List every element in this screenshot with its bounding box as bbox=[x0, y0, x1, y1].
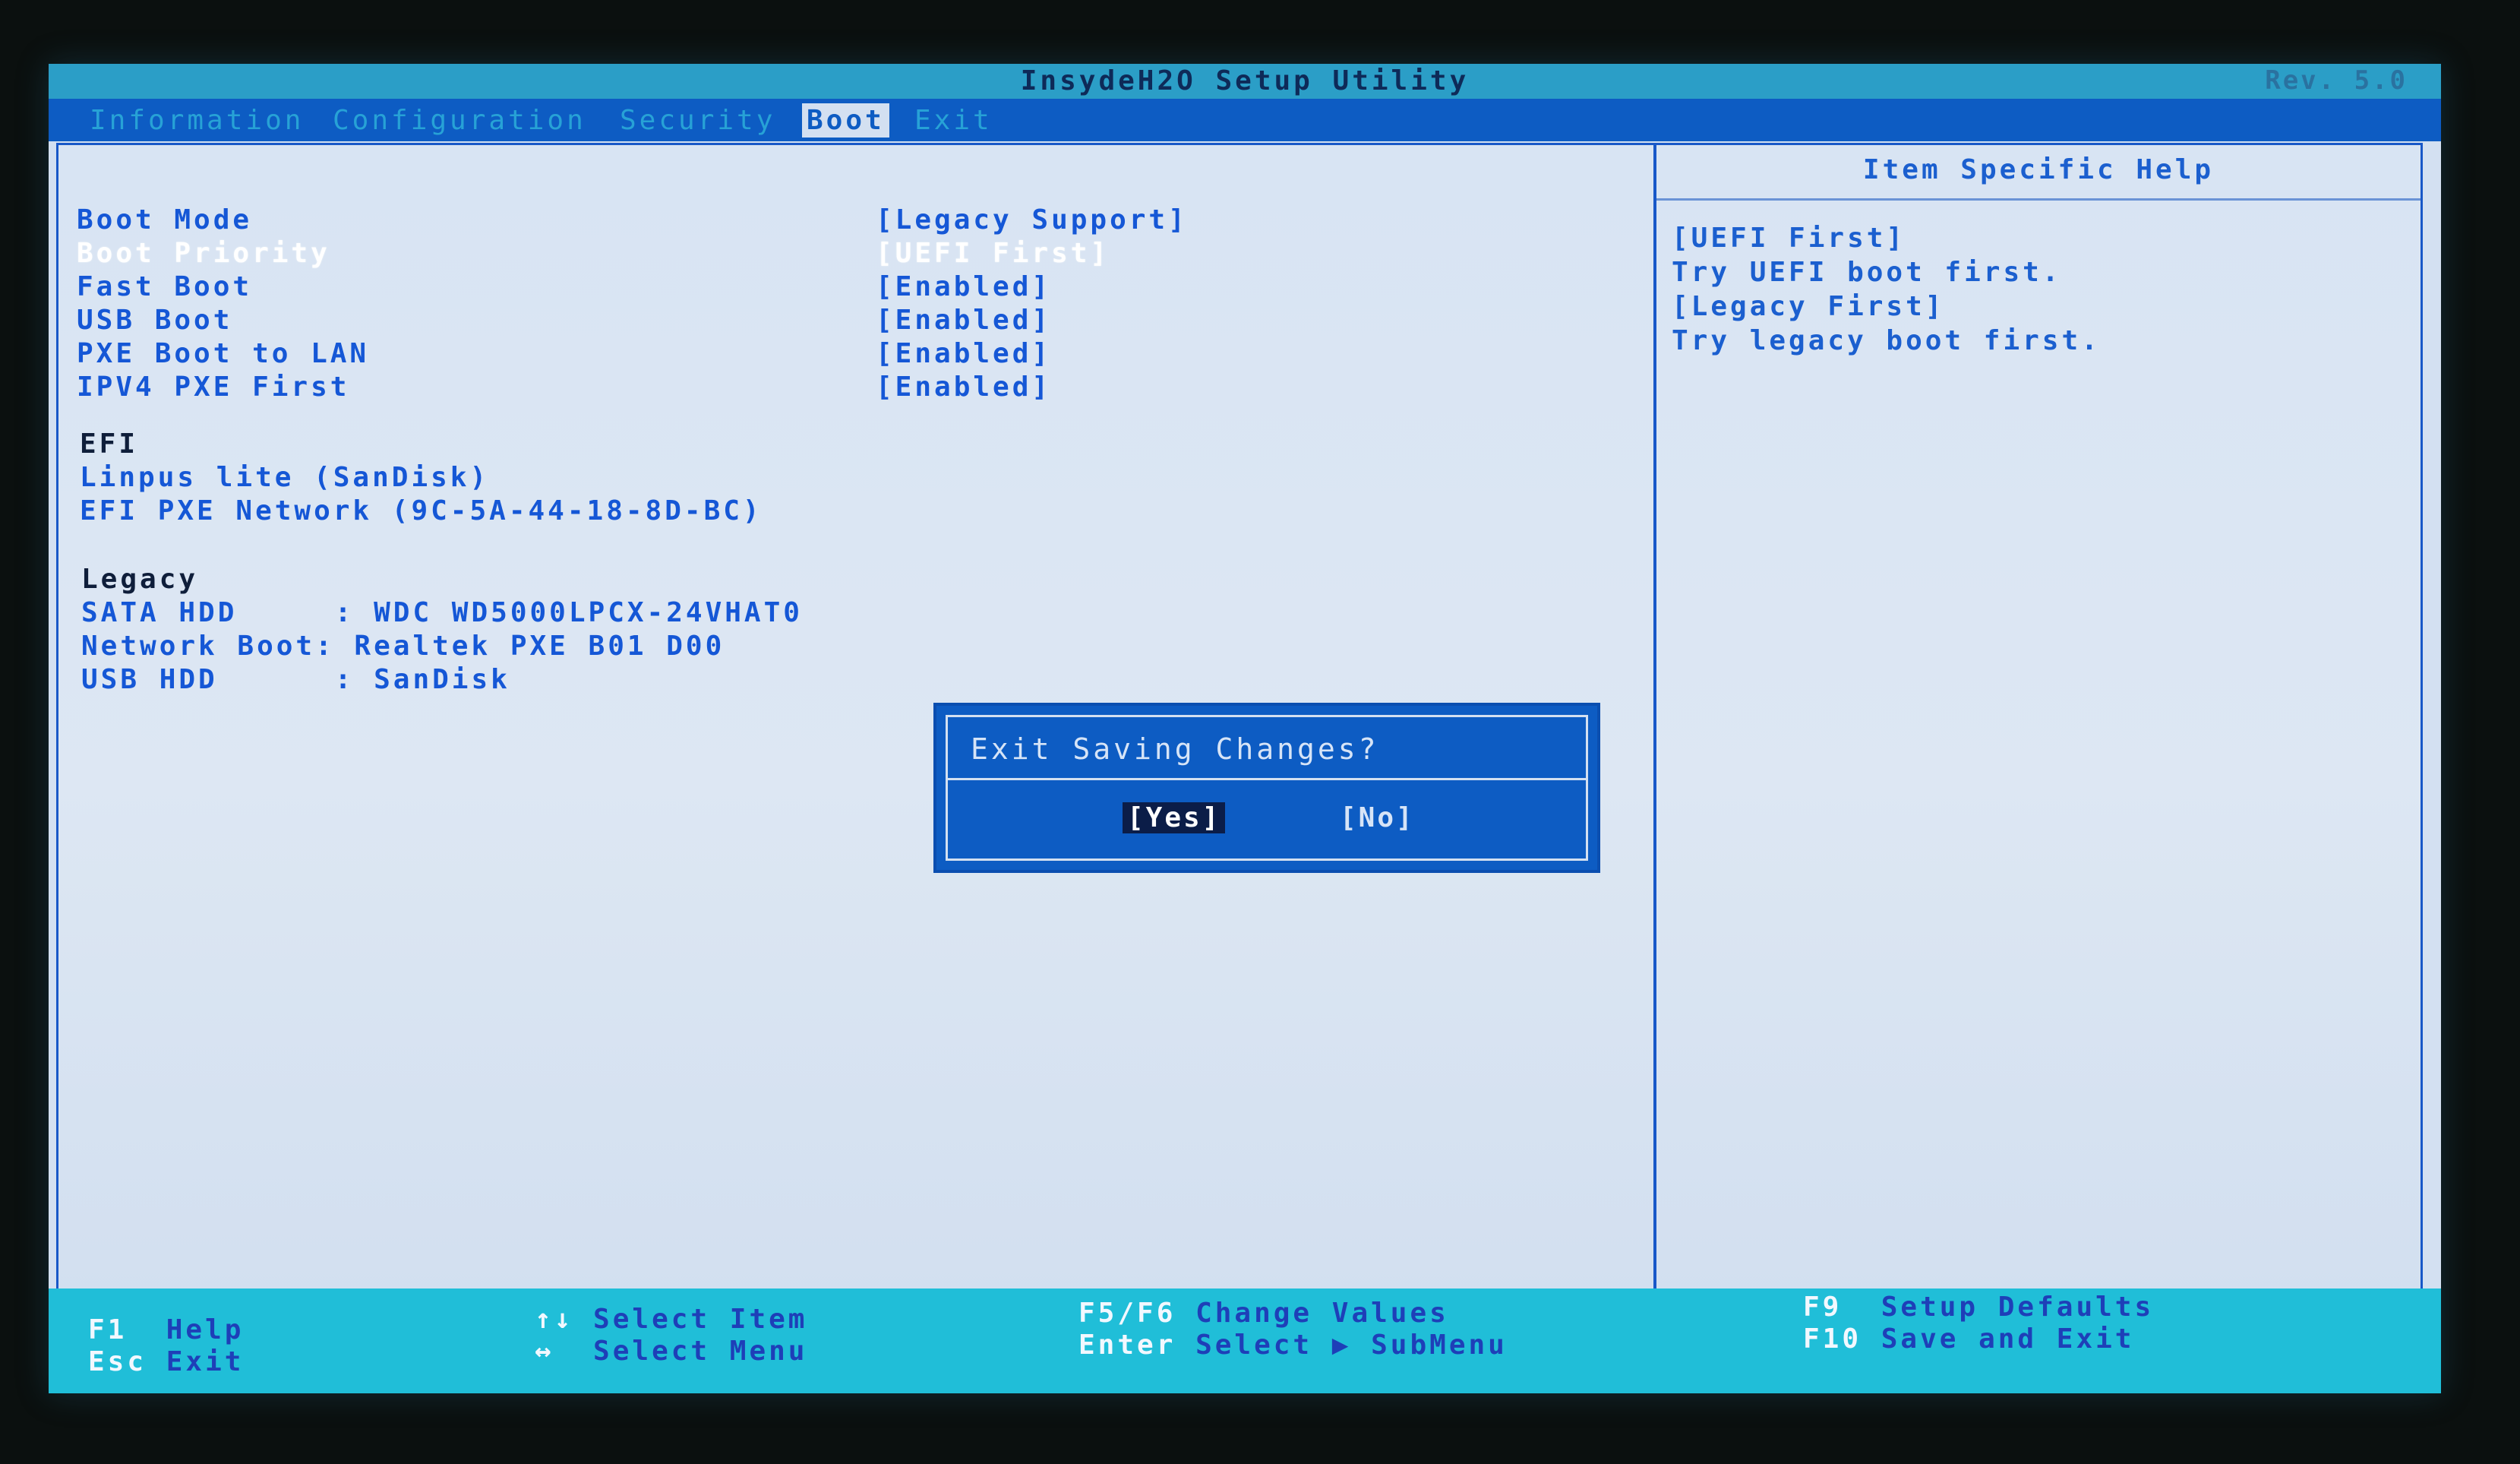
menu-tab-security[interactable]: Security bbox=[615, 103, 780, 138]
menu-tab-configuration[interactable]: Configuration bbox=[328, 103, 591, 138]
title-bar: InsydeH2O Setup Utility Rev. 5.0 bbox=[49, 64, 2441, 99]
menu-tab-exit[interactable]: Exit bbox=[910, 103, 997, 138]
footer-select-item: ↑↓ Select Item bbox=[535, 1304, 807, 1335]
f10-key: F10 bbox=[1803, 1323, 1862, 1355]
efi-group-title: EFI bbox=[80, 428, 139, 460]
enter-key: Enter bbox=[1078, 1330, 1176, 1361]
help-line: Try UEFI boot first. bbox=[1672, 257, 2062, 288]
footer-select-menu: ↔ Select Menu bbox=[535, 1336, 807, 1367]
help-title: Item Specific Help bbox=[1862, 154, 2215, 185]
setting-row-fast-boot[interactable]: Fast Boot [Enabled] bbox=[77, 271, 1262, 305]
footer-action: Select Item bbox=[593, 1304, 808, 1335]
footer-action: Help bbox=[166, 1314, 245, 1345]
dialog-separator bbox=[948, 778, 1586, 780]
footer-action: Select Menu bbox=[593, 1336, 808, 1367]
boot-entry[interactable]: USB HDD : SanDisk bbox=[81, 663, 803, 697]
footer-select-submenu: Enter Select ▶ SubMenu bbox=[1078, 1330, 1508, 1361]
esc-key: Esc bbox=[88, 1346, 147, 1377]
help-line: Try legacy boot first. bbox=[1672, 325, 2101, 356]
setting-row-ipv4-pxe-first[interactable]: IPV4 PXE First [Enabled] bbox=[77, 372, 1262, 405]
key-help-footer: F1 Help Esc Exit ↑↓ Select Item ↔ Select… bbox=[49, 1289, 2441, 1393]
menu-tab-boot[interactable]: Boot bbox=[802, 103, 889, 138]
f9-key: F9 bbox=[1803, 1292, 1843, 1323]
legacy-boot-group: Legacy SATA HDD : WDC WD5000LPCX-24VHAT0… bbox=[81, 563, 803, 697]
setting-value[interactable]: [Legacy Support] bbox=[876, 204, 1188, 236]
setting-label: PXE Boot to LAN bbox=[77, 338, 370, 369]
help-line: [UEFI First] bbox=[1672, 223, 1906, 254]
help-text: [UEFI First] Try UEFI boot first. [Legac… bbox=[1672, 221, 2101, 358]
footer-action: Save and Exit bbox=[1881, 1323, 2135, 1355]
main-panel: Boot Mode [Legacy Support] Boot Priority… bbox=[56, 143, 2423, 1308]
f1-key: F1 bbox=[88, 1314, 128, 1345]
setting-value[interactable]: [Enabled] bbox=[876, 305, 1051, 336]
boot-settings-list: Boot Mode [Legacy Support] Boot Priority… bbox=[77, 204, 1262, 405]
menu-tab-information[interactable]: Information bbox=[85, 103, 308, 138]
no-button[interactable]: [No] bbox=[1335, 802, 1419, 833]
setting-row-pxe-boot-to-lan[interactable]: PXE Boot to LAN [Enabled] bbox=[77, 338, 1262, 372]
dialog-frame: Exit Saving Changes? [Yes] [No] bbox=[946, 715, 1588, 861]
footer-action: Exit bbox=[166, 1346, 245, 1377]
up-down-arrows-icon: ↑↓ bbox=[535, 1304, 574, 1335]
setting-label: Boot Priority bbox=[77, 238, 330, 269]
revision-label: Rev. 5.0 bbox=[2265, 65, 2408, 96]
setting-row-boot-mode[interactable]: Boot Mode [Legacy Support] bbox=[77, 204, 1262, 238]
setting-label: USB Boot bbox=[77, 305, 233, 336]
footer-exit: Esc Exit bbox=[88, 1346, 244, 1377]
exit-confirm-dialog: Exit Saving Changes? [Yes] [No] bbox=[936, 706, 1597, 870]
f5-f6-key: F5/F6 bbox=[1078, 1298, 1176, 1329]
help-header: Item Specific Help bbox=[1656, 145, 2421, 201]
boot-entry[interactable]: SATA HDD : WDC WD5000LPCX-24VHAT0 bbox=[81, 596, 803, 630]
left-right-arrows-icon: ↔ bbox=[535, 1336, 554, 1367]
setting-value[interactable]: [UEFI First] bbox=[876, 238, 1110, 269]
legacy-group-title: Legacy bbox=[81, 564, 199, 595]
menu-bar: Information Configuration Security Boot … bbox=[49, 99, 2441, 141]
bios-screen: InsydeH2O Setup Utility Rev. 5.0 Informa… bbox=[49, 64, 2441, 1393]
setting-row-usb-boot[interactable]: USB Boot [Enabled] bbox=[77, 305, 1262, 338]
yes-button[interactable]: [Yes] bbox=[1123, 802, 1226, 833]
footer-help: F1 Help bbox=[88, 1314, 244, 1345]
footer-action: Select ▶ SubMenu bbox=[1195, 1330, 1508, 1361]
boot-entry[interactable]: EFI PXE Network (9C-5A-44-18-8D-BC) bbox=[80, 495, 763, 528]
setting-label: Boot Mode bbox=[77, 204, 253, 236]
footer-change-values: F5/F6 Change Values bbox=[1078, 1298, 1449, 1329]
panel-divider bbox=[1653, 145, 1656, 1306]
footer-action: Change Values bbox=[1195, 1298, 1449, 1329]
dialog-message: Exit Saving Changes? bbox=[971, 732, 1379, 766]
setting-value[interactable]: [Enabled] bbox=[876, 338, 1051, 369]
help-line: [Legacy First] bbox=[1672, 291, 1945, 322]
setting-label: Fast Boot bbox=[77, 271, 253, 302]
setting-label: IPV4 PXE First bbox=[77, 372, 350, 403]
boot-entry[interactable]: Linpus lite (SanDisk) bbox=[80, 461, 763, 495]
setting-row-boot-priority[interactable]: Boot Priority [UEFI First] bbox=[77, 238, 1262, 271]
footer-action: Setup Defaults bbox=[1881, 1292, 2155, 1323]
window-title: InsydeH2O Setup Utility bbox=[1020, 65, 1470, 96]
efi-boot-group: EFI Linpus lite (SanDisk) EFI PXE Networ… bbox=[80, 428, 763, 528]
setting-value[interactable]: [Enabled] bbox=[876, 372, 1051, 403]
setting-value[interactable]: [Enabled] bbox=[876, 271, 1051, 302]
footer-setup-defaults: F9 Setup Defaults bbox=[1803, 1292, 2154, 1323]
footer-save-exit: F10 Save and Exit bbox=[1803, 1323, 2134, 1355]
boot-entry[interactable]: Network Boot: Realtek PXE B01 D00 bbox=[81, 630, 803, 663]
